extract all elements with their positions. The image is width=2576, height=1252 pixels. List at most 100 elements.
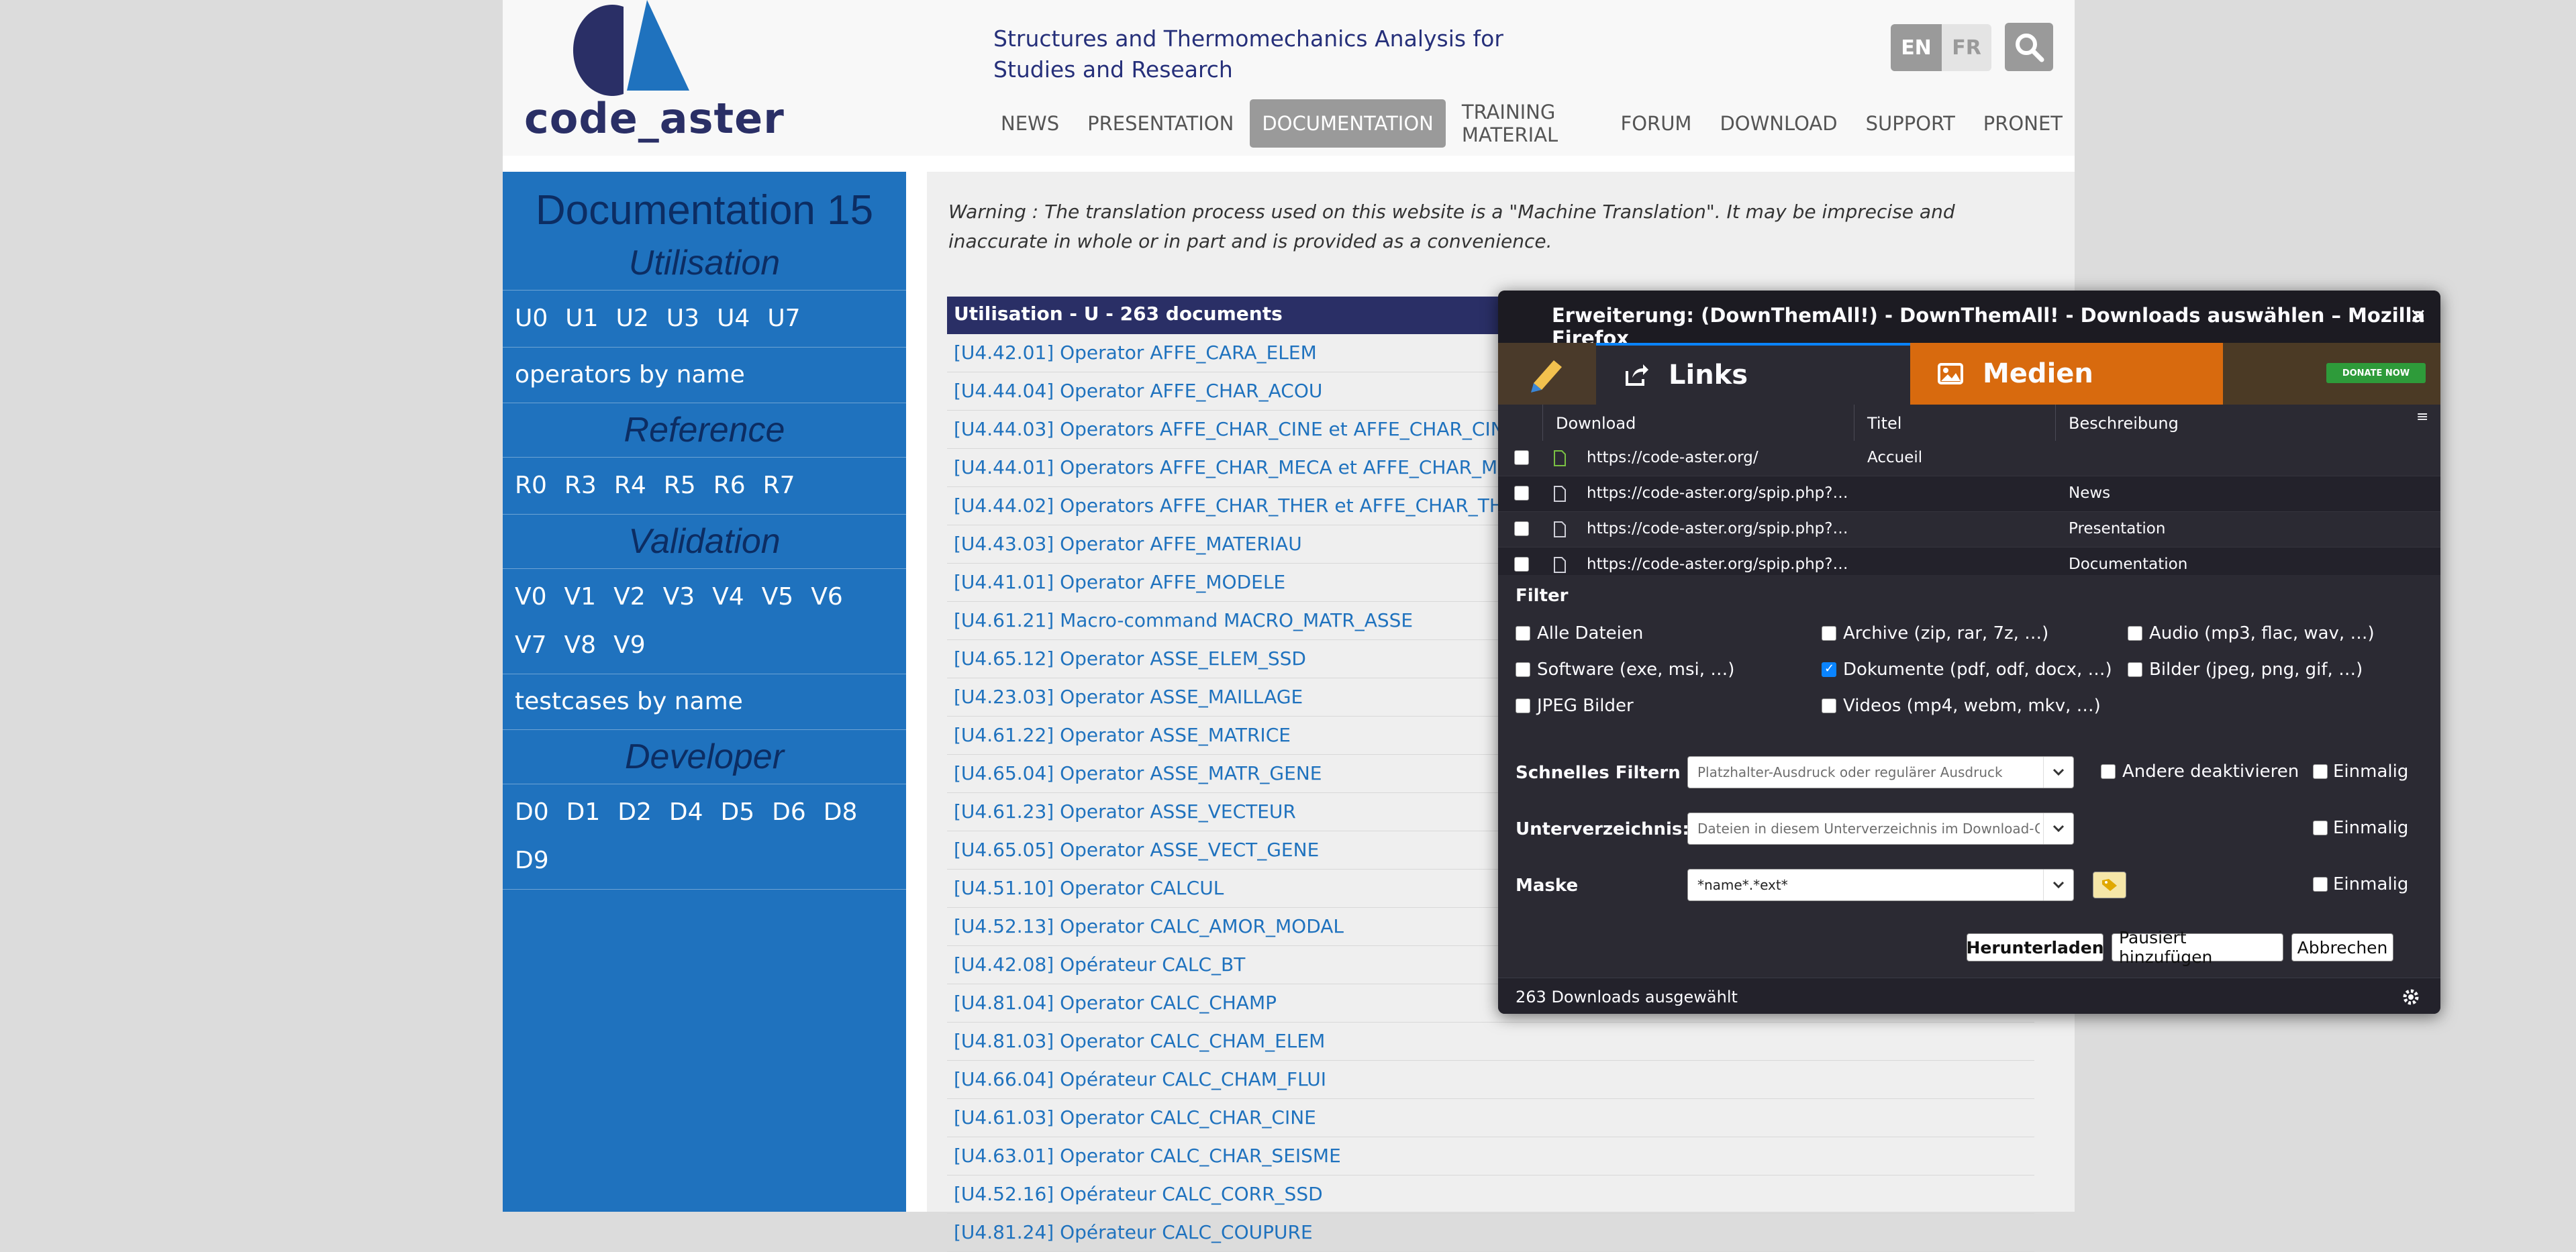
filter-checkbox[interactable] [1516, 698, 1530, 713]
logo-text[interactable]: code_aster [524, 94, 785, 143]
filter-checkbox[interactable] [1516, 626, 1530, 641]
lang-en-button[interactable]: EN [1891, 24, 1942, 71]
column-description[interactable]: Beschreibung [2069, 414, 2179, 433]
filter-label[interactable]: Dokumente (pdf, odf, docx, …) [1843, 660, 2112, 680]
sidebar-link-v3[interactable]: V3 [663, 583, 695, 611]
sidebar-link-v7[interactable]: V7 [515, 631, 547, 659]
sidebar-link-v1[interactable]: V1 [564, 583, 597, 611]
sidebar-link-d1[interactable]: D1 [566, 798, 601, 826]
dialog-titlebar[interactable]: Erweiterung: (DownThemAll!) - DownThemAl… [1498, 291, 2440, 350]
doc-link[interactable]: [U4.63.01] Operator CALC_CHAR_SEISME [947, 1137, 2034, 1176]
sidebar-link-r0[interactable]: R0 [515, 472, 547, 499]
sidebar-heading-reference[interactable]: Reference [503, 403, 906, 458]
tab-media[interactable]: Medien [1910, 343, 2223, 405]
filter-checkbox[interactable] [2128, 626, 2142, 641]
filter-label[interactable]: Alle Dateien [1537, 623, 1643, 643]
sidebar-link-u3[interactable]: U3 [666, 305, 699, 332]
donate-button[interactable]: DONATE NOW [2326, 363, 2426, 383]
sidebar-link-r3[interactable]: R3 [564, 472, 597, 499]
filter-checkbox[interactable] [1822, 698, 1836, 713]
chevron-down-icon[interactable] [2043, 870, 2073, 900]
sidebar-link-r7[interactable]: R7 [763, 472, 795, 499]
chevron-down-icon[interactable] [2043, 757, 2073, 788]
sidebar-link-r4[interactable]: R4 [614, 472, 646, 499]
filter-label[interactable]: JPEG Bilder [1537, 696, 1634, 716]
nav-training-material[interactable]: TRAINING MATERIAL [1450, 99, 1605, 148]
sidebar-link-u4[interactable]: U4 [717, 305, 750, 332]
testcases-by-name-link[interactable]: testcases by name [503, 674, 906, 730]
link-row[interactable]: https://code-aster.org/spip.php?… Documen… [1498, 547, 2440, 575]
sidebar-link-d8[interactable]: D8 [824, 798, 858, 826]
filter-checkbox[interactable] [1822, 662, 1836, 677]
doc-link[interactable]: [U4.52.16] Opérateur CALC_CORR_SSD [947, 1176, 2034, 1214]
nav-download[interactable]: DOWNLOAD [1707, 99, 1849, 148]
nav-support[interactable]: SUPPORT [1854, 99, 1967, 148]
doc-link[interactable]: [U4.81.24] Opérateur CALC_COUPURE [947, 1214, 2034, 1252]
sidebar-link-v2[interactable]: V2 [613, 583, 646, 611]
download-button[interactable]: Herunterladen [1966, 933, 2104, 961]
tab-links[interactable]: Links [1596, 343, 1910, 405]
row-checkbox[interactable] [1514, 557, 1529, 572]
once-checkbox-quick[interactable] [2313, 764, 2328, 779]
nav-news[interactable]: NEWS [989, 99, 1071, 148]
nav-pronet[interactable]: PRONET [1971, 99, 2075, 148]
nav-presentation[interactable]: PRESENTATION [1075, 99, 1246, 148]
sidebar-link-v8[interactable]: V8 [564, 631, 597, 659]
doc-link[interactable]: [U4.66.04] Opérateur CALC_CHAM_FLUI [947, 1061, 2034, 1099]
doc-link[interactable]: [U4.61.03] Operator CALC_CHAR_CINE [947, 1099, 2034, 1137]
column-menu-icon[interactable]: ≡ [2416, 409, 2428, 425]
sidebar-link-d6[interactable]: D6 [772, 798, 806, 826]
sidebar-link-u0[interactable]: U0 [515, 305, 548, 332]
mask-input[interactable]: *name*.*ext* [1687, 869, 2074, 901]
doc-link[interactable]: [U4.81.03] Operator CALC_CHAM_ELEM [947, 1023, 2034, 1061]
sidebar-link-d0[interactable]: D0 [515, 798, 549, 826]
filter-checkbox[interactable] [1516, 662, 1530, 677]
nav-forum[interactable]: FORUM [1609, 99, 1704, 148]
sidebar-heading-developer[interactable]: Developer [503, 730, 906, 784]
filter-label[interactable]: Archive (zip, rar, 7z, …) [1843, 623, 2048, 643]
sidebar-link-r5[interactable]: R5 [664, 472, 696, 499]
sidebar-link-v9[interactable]: V9 [613, 631, 646, 659]
filter-checkbox[interactable] [1822, 626, 1836, 641]
column-download[interactable]: Download [1556, 414, 1636, 433]
sidebar-link-v5[interactable]: V5 [762, 583, 794, 611]
filter-label[interactable]: Software (exe, msi, …) [1537, 660, 1734, 680]
operators-by-name-link[interactable]: operators by name [503, 348, 906, 403]
link-row[interactable]: https://code-aster.org/spip.php?… News [1498, 476, 2440, 512]
sidebar-link-v6[interactable]: V6 [811, 583, 843, 611]
sidebar-link-d5[interactable]: D5 [721, 798, 755, 826]
link-row[interactable]: https://code-aster.org/Accueil [1498, 441, 2440, 476]
cancel-button[interactable]: Abbrechen [2291, 933, 2393, 961]
filter-label[interactable]: Audio (mp3, flac, wav, …) [2149, 623, 2375, 643]
mask-tag-button[interactable] [2093, 872, 2126, 898]
filter-label[interactable]: Bilder (jpeg, png, gif, …) [2149, 660, 2363, 680]
sidebar-link-r6[interactable]: R6 [713, 472, 746, 499]
filter-label[interactable]: Videos (mp4, webm, mkv, …) [1843, 696, 2101, 716]
link-row[interactable]: https://code-aster.org/spip.php?… Present… [1498, 512, 2440, 547]
chevron-down-icon[interactable] [2043, 813, 2073, 844]
row-checkbox[interactable] [1514, 486, 1529, 501]
column-title[interactable]: Titel [1867, 414, 1901, 433]
sidebar-link-u2[interactable]: U2 [616, 305, 649, 332]
sidebar-link-u7[interactable]: U7 [767, 305, 800, 332]
once-checkbox-mask[interactable] [2313, 877, 2328, 892]
subdir-input[interactable]: Dateien in diesem Unterverzeichnis im Do… [1687, 813, 2074, 845]
row-checkbox[interactable] [1514, 450, 1529, 465]
search-button[interactable] [2005, 23, 2053, 71]
sidebar-link-v4[interactable]: V4 [712, 583, 744, 611]
sidebar-link-u1[interactable]: U1 [565, 305, 598, 332]
quick-filter-input[interactable]: Platzhalter-Ausdruck oder regulärer Ausd… [1687, 756, 2074, 788]
sidebar-heading-validation[interactable]: Validation [503, 515, 906, 569]
sidebar-link-d4[interactable]: D4 [669, 798, 703, 826]
gear-icon[interactable] [2401, 988, 2420, 1006]
add-paused-button[interactable]: Pausiert hinzufügen [2112, 928, 2283, 967]
close-icon[interactable]: × [2409, 303, 2427, 328]
sidebar-link-d9[interactable]: D9 [515, 847, 549, 874]
sidebar-link-d2[interactable]: D2 [617, 798, 652, 826]
filter-checkbox[interactable] [2128, 662, 2142, 677]
sidebar-link-v0[interactable]: V0 [515, 583, 547, 611]
lang-fr-button[interactable]: FR [1942, 24, 1991, 71]
once-checkbox-subdir[interactable] [2313, 821, 2328, 835]
disable-others-checkbox[interactable] [2101, 764, 2116, 779]
sidebar-heading-utilisation[interactable]: Utilisation [503, 236, 906, 291]
